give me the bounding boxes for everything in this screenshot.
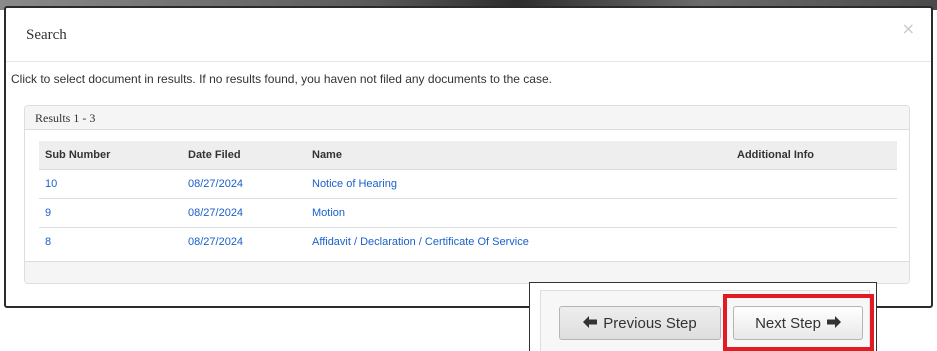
- close-button[interactable]: ×: [902, 21, 915, 37]
- cell-additional-info[interactable]: [731, 169, 897, 199]
- modal-title: Search: [26, 27, 67, 43]
- column-header-name: Name: [306, 141, 731, 170]
- table-header-row: Sub Number Date Filed Name Additional In…: [39, 141, 897, 170]
- results-panel: Results 1 - 3 Sub Number Date Filed Name…: [24, 105, 910, 284]
- arrow-left-icon: [583, 316, 598, 330]
- results-table: Sub Number Date Filed Name Additional In…: [39, 141, 897, 256]
- previous-step-button[interactable]: Previous Step: [559, 306, 721, 340]
- cell-name[interactable]: Notice of Hearing: [306, 169, 731, 199]
- next-step-highlight: [723, 294, 874, 351]
- cell-sub-number[interactable]: 8: [39, 227, 182, 256]
- modal-header: Search ×: [6, 8, 931, 62]
- instructions-text: Click to select document in results. If …: [11, 72, 552, 86]
- cell-date-filed[interactable]: 08/27/2024: [182, 227, 306, 256]
- cell-name[interactable]: Motion: [306, 198, 731, 228]
- column-header-sub-number: Sub Number: [39, 141, 182, 170]
- results-panel-footer: [25, 261, 909, 283]
- cell-sub-number[interactable]: 10: [39, 169, 182, 199]
- cell-additional-info[interactable]: [731, 198, 897, 228]
- table-row[interactable]: 10 08/27/2024 Notice of Hearing: [39, 169, 897, 199]
- cell-name[interactable]: Affidavit / Declaration / Certificate Of…: [306, 227, 731, 256]
- table-row[interactable]: 8 08/27/2024 Affidavit / Declaration / C…: [39, 227, 897, 256]
- cell-additional-info[interactable]: [731, 227, 897, 256]
- column-header-date-filed: Date Filed: [182, 141, 306, 170]
- results-heading: Results 1 - 3: [25, 106, 909, 130]
- table-row[interactable]: 9 08/27/2024 Motion: [39, 198, 897, 228]
- cell-sub-number[interactable]: 9: [39, 198, 182, 228]
- column-header-additional-info: Additional Info: [731, 141, 897, 170]
- results-body: Sub Number Date Filed Name Additional In…: [25, 130, 909, 260]
- cell-date-filed[interactable]: 08/27/2024: [182, 198, 306, 228]
- previous-step-label: Previous Step: [603, 314, 697, 332]
- cell-date-filed[interactable]: 08/27/2024: [182, 169, 306, 199]
